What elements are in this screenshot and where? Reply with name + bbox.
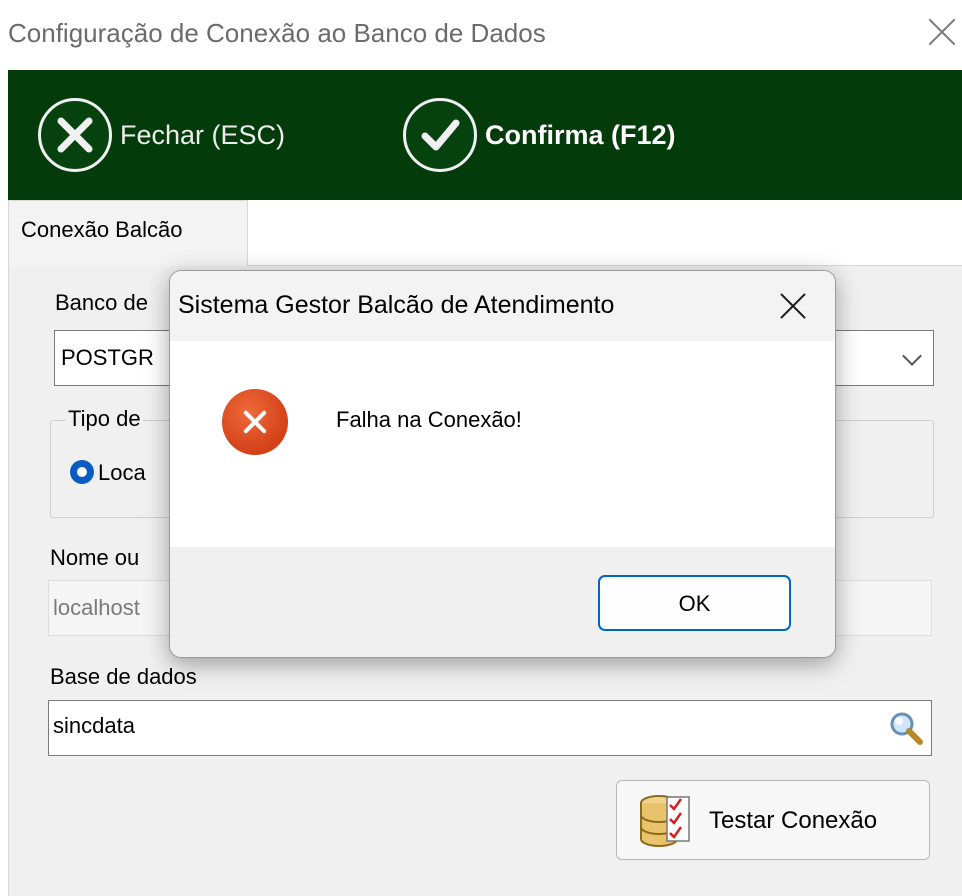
close-button-label: Fechar (ESC) bbox=[120, 119, 286, 150]
database-label: Base de dados bbox=[50, 664, 197, 689]
tab-strip: Conexão Balcão bbox=[8, 200, 962, 267]
error-icon bbox=[222, 389, 288, 455]
local-radio-label: Loca bbox=[98, 460, 146, 485]
toolbar: Fechar (ESC) Confirma (F12) bbox=[8, 70, 962, 200]
window-title: Configuração de Conexão ao Banco de Dado… bbox=[8, 18, 546, 48]
connection-type-label: Tipo de bbox=[66, 406, 143, 432]
window-title-bar: Configuração de Conexão ao Banco de Dado… bbox=[0, 0, 962, 70]
close-circle-icon bbox=[38, 98, 112, 172]
db-type-value: POSTGR bbox=[61, 345, 154, 370]
local-radio[interactable] bbox=[70, 460, 94, 484]
database-input[interactable]: sincdata bbox=[48, 700, 932, 756]
dialog-footer: OK bbox=[170, 547, 835, 657]
tab-label: Conexão Balcão bbox=[21, 217, 183, 242]
host-label: Nome ou bbox=[50, 545, 140, 570]
dialog-close-icon[interactable] bbox=[776, 289, 810, 323]
test-connection-label: Testar Conexão bbox=[709, 807, 878, 834]
database-value: sincdata bbox=[53, 713, 135, 738]
tab-conexao-balcao[interactable]: Conexão Balcão bbox=[8, 200, 248, 267]
dialog-title: Sistema Gestor Balcão de Atendimento bbox=[178, 291, 615, 319]
test-connection-button[interactable]: Testar Conexão bbox=[616, 780, 930, 860]
chevron-down-icon bbox=[902, 346, 922, 366]
confirm-button-label: Confirma (F12) bbox=[485, 119, 676, 150]
dialog-body: Falha na Conexão! bbox=[170, 341, 835, 547]
error-dialog: Sistema Gestor Balcão de Atendimento Fal… bbox=[169, 270, 836, 658]
window-close-icon[interactable] bbox=[926, 16, 958, 48]
db-type-label: Banco de bbox=[55, 290, 148, 315]
confirm-button[interactable]: Confirma (F12) bbox=[403, 70, 676, 200]
host-value: localhost bbox=[53, 595, 140, 620]
ok-button[interactable]: OK bbox=[598, 575, 791, 631]
error-message: Falha na Conexão! bbox=[336, 407, 522, 432]
dialog-title-bar: Sistema Gestor Balcão de Atendimento bbox=[170, 271, 835, 341]
database-check-icon bbox=[637, 791, 693, 851]
ok-button-label: OK bbox=[678, 591, 711, 616]
checkmark-circle-icon bbox=[403, 98, 477, 172]
search-icon[interactable] bbox=[887, 709, 925, 747]
close-button[interactable]: Fechar (ESC) bbox=[38, 70, 285, 200]
